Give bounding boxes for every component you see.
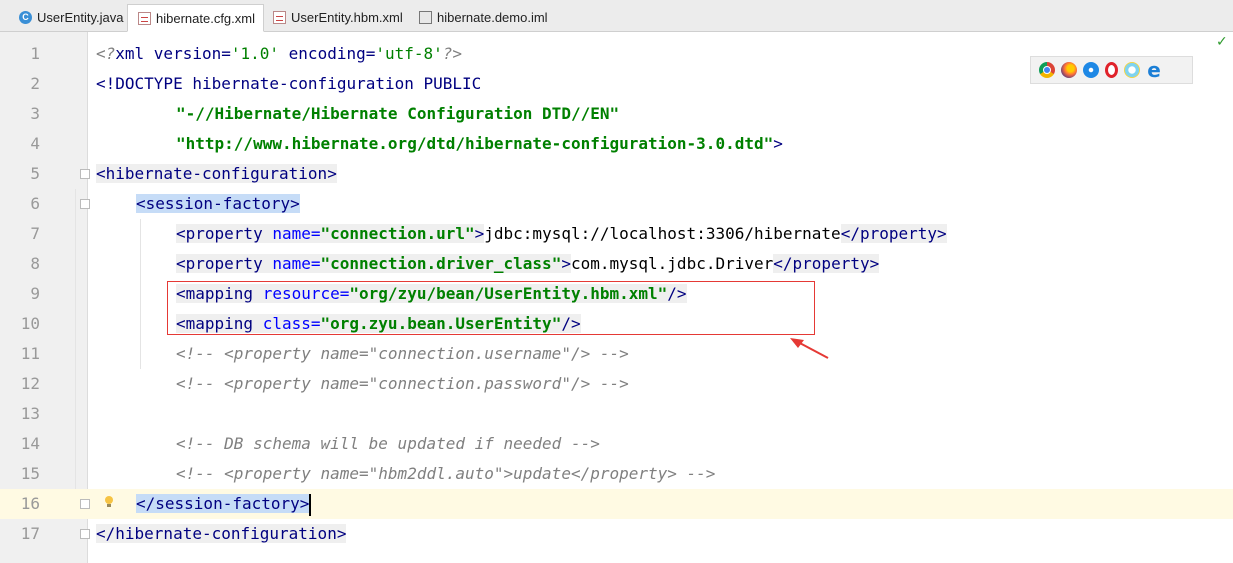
tab-userentity-java[interactable]: C UserEntity.java: [8, 4, 132, 31]
line-number: 9: [30, 284, 40, 303]
tag-gt: >: [474, 224, 485, 243]
firefox-icon[interactable]: [1061, 62, 1077, 78]
line-number: 16: [0, 489, 40, 519]
code-line: 7 <property name="connection.url">jdbc:m…: [0, 219, 1233, 249]
doctype-public-id: "-//Hibernate/Hibernate Configuration DT…: [176, 104, 620, 123]
session-factory-tag: <session-factory>: [136, 194, 300, 213]
code-line-current: 16 </session-factory>: [0, 489, 1233, 519]
safari-icon[interactable]: [1083, 62, 1099, 78]
code-line: 11 <!-- <property name="connection.usern…: [0, 339, 1233, 369]
code-line: 8 <property name="connection.driver_clas…: [0, 249, 1233, 279]
line-number: 12: [20, 374, 40, 393]
attr-value: "connection.url": [320, 224, 475, 243]
code-line: 15 <!-- <property name="hbm2ddl.auto">up…: [0, 459, 1233, 489]
code-line: 6 <session-factory>: [0, 189, 1233, 219]
code-line: 5 <hibernate-configuration>: [0, 159, 1233, 189]
xml-file-icon: [138, 11, 151, 25]
comment: <!-- <property name="connection.username…: [176, 344, 629, 363]
hibernate-configuration-tag: <hibernate-configuration>: [96, 164, 337, 183]
line-number: 1: [30, 44, 40, 63]
doctype: <!DOCTYPE hibernate-configuration PUBLIC: [96, 74, 482, 93]
property-close: </property>: [773, 254, 880, 273]
tab-label: UserEntity.hbm.xml: [291, 10, 403, 25]
tab-hibernate-cfg-xml[interactable]: hibernate.cfg.xml: [127, 4, 264, 32]
doctype-system-url: "http://www.hibernate.org/dtd/hibernate-…: [176, 134, 774, 153]
xml-version: '1.0': [230, 44, 280, 63]
xml-decl-close: ?>: [442, 44, 463, 63]
lightbulb-icon[interactable]: [104, 495, 114, 509]
ie-old-icon[interactable]: [1124, 62, 1140, 78]
inspection-ok-icon[interactable]: ✓: [1216, 34, 1228, 50]
line-number: 7: [30, 224, 40, 243]
property-close: </property>: [840, 224, 947, 243]
line-number: 6: [30, 194, 40, 213]
line-number: 5: [30, 164, 40, 183]
property-text: com.mysql.jdbc.Driver: [570, 254, 774, 273]
property-text: jdbc:mysql://localhost:3306/hibernate: [484, 224, 841, 243]
tab-label: UserEntity.java: [37, 10, 124, 25]
line-number: 14: [20, 434, 40, 453]
tab-userentity-hbm-xml[interactable]: UserEntity.hbm.xml: [262, 4, 412, 31]
code-line: 12 <!-- <property name="connection.passw…: [0, 369, 1233, 399]
xml-decl-open: <?: [96, 44, 116, 63]
property-open: <property: [176, 224, 263, 243]
xml-encoding-attr: encoding=: [279, 44, 376, 63]
tab-label: hibernate.demo.iml: [437, 10, 548, 25]
code-line: 3 "-//Hibernate/Hibernate Configuration …: [0, 99, 1233, 129]
property-open: <property: [176, 254, 263, 273]
text-caret: [309, 493, 312, 516]
session-factory-close-tag: </session-factory>: [136, 494, 310, 513]
opera-icon[interactable]: [1105, 62, 1118, 78]
attr-name: name=: [262, 224, 321, 243]
tag-gt: >: [561, 254, 571, 273]
editor-tab-bar: C UserEntity.java hibernate.cfg.xml User…: [0, 0, 1233, 32]
edge-icon[interactable]: e: [1146, 60, 1162, 80]
java-class-icon: C: [19, 11, 32, 24]
attr-value: "connection.driver_class": [320, 254, 562, 273]
chrome-icon[interactable]: [1039, 62, 1055, 78]
comment: <!-- DB schema will be updated if needed…: [176, 434, 600, 453]
fold-toggle[interactable]: [80, 499, 90, 509]
line-number: 17: [20, 524, 40, 543]
comment: <!-- <property name="hbm2ddl.auto">updat…: [176, 464, 716, 483]
xml-decl: xml version=: [115, 44, 231, 63]
code-line: 4 "http://www.hibernate.org/dtd/hibernat…: [0, 129, 1233, 159]
code-line: 13: [0, 399, 1233, 429]
line-number: 10: [20, 314, 40, 333]
line-number: 2: [30, 74, 40, 93]
iml-file-icon: [419, 11, 432, 24]
fold-toggle[interactable]: [80, 199, 90, 209]
line-number: 4: [30, 134, 40, 153]
browser-preview-bar: e: [1030, 56, 1193, 84]
xml-encoding: 'utf-8': [375, 44, 443, 63]
tab-label: hibernate.cfg.xml: [156, 10, 255, 26]
line-number: 8: [30, 254, 40, 273]
annotation-highlight-box: [167, 281, 815, 335]
fold-toggle[interactable]: [80, 169, 90, 179]
line-number: 11: [20, 344, 40, 363]
fold-toggle[interactable]: [80, 529, 90, 539]
xml-file-icon: [273, 11, 286, 24]
hibernate-configuration-close-tag: </hibernate-configuration>: [96, 524, 347, 543]
doctype-close: >: [773, 134, 783, 153]
attr-name: name=: [262, 254, 321, 273]
comment: <!-- <property name="connection.password…: [176, 374, 629, 393]
code-line: 17 </hibernate-configuration>: [0, 519, 1233, 549]
line-number: 3: [30, 104, 40, 123]
code-line: 14 <!-- DB schema will be updated if nee…: [0, 429, 1233, 459]
tab-hibernate-demo-iml[interactable]: hibernate.demo.iml: [408, 4, 557, 31]
line-number: 13: [20, 404, 40, 423]
line-number: 15: [20, 464, 40, 483]
annotation-arrow-icon: [790, 338, 829, 359]
